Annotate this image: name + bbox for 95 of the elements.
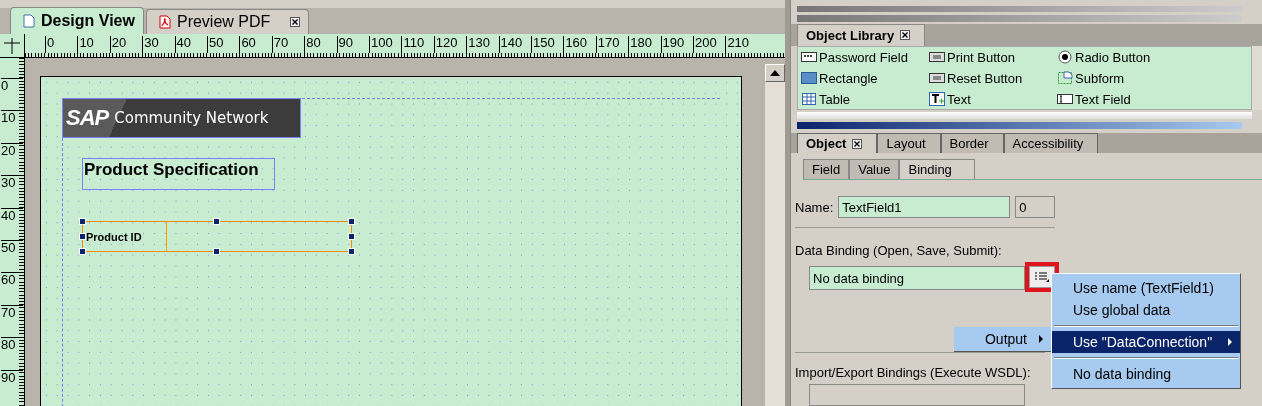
library-item[interactable]: Print Button bbox=[929, 49, 1057, 65]
resize-handle[interactable] bbox=[79, 218, 86, 225]
document-tab[interactable]: Preview PDF bbox=[145, 9, 310, 34]
library-item[interactable]: Radio Button bbox=[1057, 49, 1251, 65]
resize-handle[interactable] bbox=[213, 248, 220, 255]
subform-icon bbox=[1057, 71, 1073, 86]
ruler-label: 60 bbox=[1, 272, 23, 288]
ruler-label: 80 bbox=[1, 337, 23, 353]
data-binding-field[interactable]: No data binding bbox=[809, 266, 1025, 290]
list-icon bbox=[1034, 271, 1050, 283]
button-icon bbox=[929, 71, 945, 86]
ruler-label: 0 bbox=[45, 36, 55, 53]
resize-handle[interactable] bbox=[348, 248, 355, 255]
ruler-label: 130 bbox=[466, 36, 490, 53]
import-export-label: Import/Export Bindings (Execute WSDL): bbox=[795, 365, 1031, 380]
data-binding-label: Data Binding (Open, Save, Submit): bbox=[795, 243, 1003, 258]
password-icon bbox=[801, 50, 817, 65]
ruler-label: 70 bbox=[271, 36, 289, 53]
close-icon[interactable] bbox=[900, 30, 911, 41]
ruler-label: 50 bbox=[207, 36, 224, 53]
resize-handle[interactable] bbox=[79, 233, 86, 240]
library-item[interactable]: Rectangle bbox=[801, 70, 929, 86]
scroll-up-button[interactable] bbox=[765, 64, 785, 82]
ruler-label: 90 bbox=[1, 369, 23, 385]
submenu-arrow-icon bbox=[1039, 335, 1043, 343]
ruler-label: 30 bbox=[142, 36, 159, 53]
ruler-label: 160 bbox=[563, 36, 588, 53]
ruler-label: 10 bbox=[1, 110, 23, 126]
ruler-label: 10 bbox=[77, 36, 94, 53]
text-icon bbox=[929, 92, 945, 107]
library-item[interactable]: Reset Button bbox=[929, 70, 1057, 86]
panel-tab[interactable]: Border bbox=[940, 133, 1004, 153]
ruler-label: 50 bbox=[1, 240, 23, 255]
sub-tab[interactable]: Field bbox=[803, 159, 850, 179]
ruler-label: 190 bbox=[660, 36, 685, 53]
ruler-label: 170 bbox=[595, 36, 620, 53]
ruler-label: 0 bbox=[1, 78, 23, 93]
panel-tab[interactable]: Object bbox=[797, 133, 878, 153]
ruler-label: 90 bbox=[336, 36, 354, 53]
sub-tab[interactable]: Binding bbox=[899, 159, 975, 179]
document-icon bbox=[23, 14, 35, 28]
sub-tab[interactable]: Value bbox=[849, 159, 900, 179]
menu-item[interactable]: Use global data bbox=[1052, 299, 1240, 321]
resize-handle[interactable] bbox=[79, 248, 86, 255]
ruler-label: 80 bbox=[304, 36, 321, 53]
library-item[interactable]: Text Field bbox=[1057, 91, 1251, 107]
name-field[interactable]: TextField1 bbox=[838, 196, 1011, 218]
ruler-origin-icon bbox=[4, 37, 20, 54]
menu-item[interactable]: No data binding bbox=[1052, 363, 1240, 385]
name-label: Name: bbox=[795, 199, 834, 215]
document-tab[interactable]: Design View bbox=[10, 7, 144, 34]
ruler-label: 40 bbox=[174, 36, 192, 53]
resize-handle[interactable] bbox=[348, 233, 355, 240]
radio-icon bbox=[1057, 50, 1073, 65]
ruler-label: 20 bbox=[109, 36, 127, 53]
library-item[interactable]: Subform bbox=[1057, 70, 1251, 86]
panel-tab[interactable]: Object Library bbox=[797, 23, 926, 46]
menu-item[interactable]: Use name (TextField1) bbox=[1052, 277, 1240, 299]
logo-text: Community Network bbox=[114, 109, 269, 127]
close-icon[interactable] bbox=[852, 138, 863, 149]
library-item[interactable]: Password Field bbox=[801, 49, 929, 65]
ruler-label: 140 bbox=[498, 36, 523, 53]
ruler-label: 180 bbox=[628, 36, 652, 53]
ruler-label: 210 bbox=[725, 36, 750, 53]
ruler-label: 110 bbox=[401, 36, 425, 53]
ruler-label: 60 bbox=[239, 36, 256, 53]
resize-handle[interactable] bbox=[348, 218, 355, 225]
panel-tab[interactable]: Layout bbox=[877, 133, 941, 153]
up-arrow-icon bbox=[770, 70, 780, 76]
index-field[interactable]: 0 bbox=[1015, 196, 1056, 218]
menu-item[interactable]: Output bbox=[954, 327, 1051, 352]
ruler-label: 70 bbox=[1, 304, 23, 320]
pdf-icon bbox=[158, 15, 171, 29]
library-item[interactable]: Table bbox=[801, 91, 929, 107]
close-icon[interactable] bbox=[290, 17, 301, 27]
textfield-icon bbox=[1057, 92, 1073, 107]
logo-brand: SAP bbox=[66, 105, 109, 131]
heading-text[interactable]: Product Specification bbox=[82, 158, 275, 190]
ruler-label: 30 bbox=[1, 175, 23, 191]
table-icon bbox=[801, 92, 817, 107]
button-icon bbox=[929, 50, 945, 65]
scrollbar-track[interactable] bbox=[1252, 45, 1262, 110]
ruler-label: 20 bbox=[1, 142, 23, 158]
panel-tab[interactable]: Accessibility bbox=[1003, 133, 1099, 153]
ruler-label: 40 bbox=[1, 207, 23, 223]
library-item[interactable]: Text bbox=[929, 91, 1057, 107]
text-field-object[interactable]: Product ID bbox=[82, 221, 352, 252]
resize-handle[interactable] bbox=[213, 218, 220, 225]
rect-icon bbox=[801, 71, 817, 86]
ruler-label: 200 bbox=[693, 36, 717, 53]
ruler-label: 120 bbox=[433, 36, 458, 53]
ruler-label: 150 bbox=[531, 36, 555, 53]
ruler-label: 100 bbox=[369, 36, 393, 53]
import-export-field[interactable] bbox=[809, 384, 1025, 406]
menu-item[interactable]: Use "DataConnection" bbox=[1052, 331, 1240, 353]
